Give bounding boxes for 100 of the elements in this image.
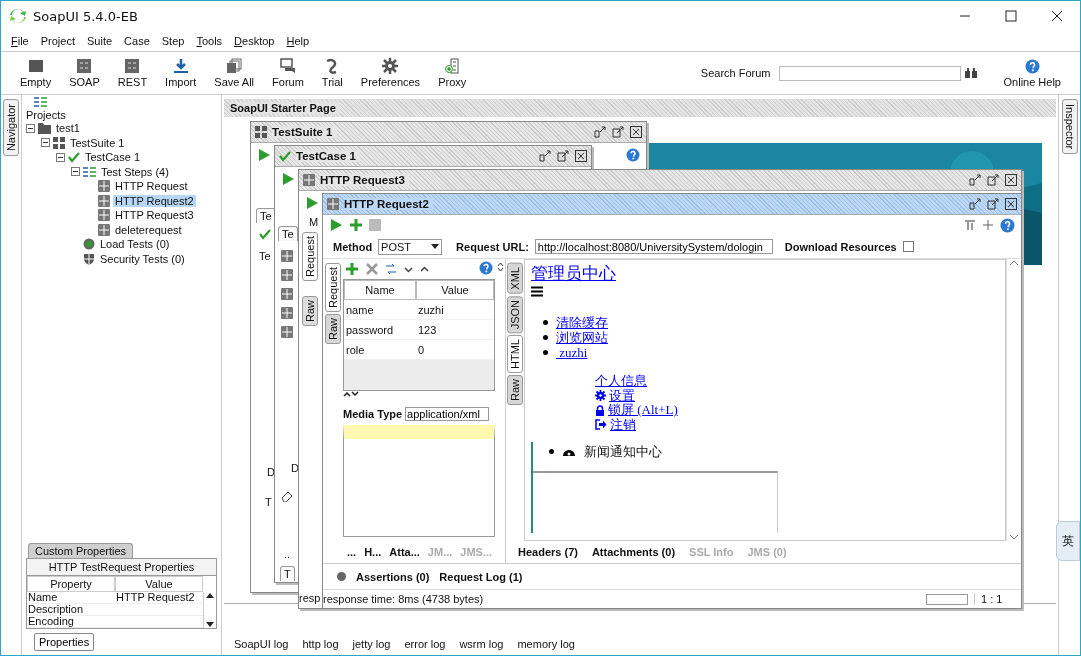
window-title: SoapUI 5.4.0-EB	[33, 8, 138, 24]
tab[interactable]: Atta...	[389, 546, 420, 558]
play-icon	[281, 172, 295, 186]
toolbar-button[interactable]: Preferences	[351, 58, 430, 88]
window-title: TestSuite 1	[272, 126, 337, 138]
tree-item[interactable]: HTTP Request3	[113, 209, 196, 222]
tree-toggle[interactable]	[26, 123, 35, 133]
close-icon	[1005, 174, 1017, 186]
table-cell: 0	[416, 340, 494, 360]
download-checkbox[interactable]	[902, 241, 914, 252]
news-center-label: 新闻通知中心	[584, 442, 662, 461]
url-field[interactable]: http://localhost:8080/UniversitySystem/dologin	[534, 239, 773, 254]
move-down-icon	[404, 264, 413, 274]
app-logo-icon	[9, 7, 27, 25]
menu-item[interactable]: Desktop	[228, 35, 281, 47]
ime-badge[interactable]: 英	[1056, 521, 1080, 561]
tree-item[interactable]: HTTP Request	[113, 180, 190, 193]
help-icon	[1000, 217, 1015, 233]
inspector-tab[interactable]: Inspector	[1061, 99, 1078, 155]
menu-item[interactable]: Case	[118, 35, 156, 47]
tab[interactable]: T	[280, 566, 295, 581]
scroll-down-icon	[1009, 533, 1019, 541]
scroll-up-icon[interactable]	[205, 592, 214, 598]
vertical-tab[interactable]: XML	[507, 263, 523, 294]
toolbar-button[interactable]: Import	[156, 58, 206, 88]
plus-icon	[349, 218, 363, 232]
method-select[interactable]: POST	[378, 238, 443, 255]
tab[interactable]: Te	[278, 226, 298, 241]
menu-item[interactable]: Step	[155, 35, 191, 47]
link[interactable]: zuzhi	[556, 344, 588, 361]
menu-item[interactable]: Help	[280, 35, 316, 47]
help-icon	[1024, 58, 1040, 74]
page-heading-link[interactable]: 管理员中心	[531, 264, 616, 283]
url-label: Request URL:	[456, 240, 529, 253]
save-all-icon	[226, 58, 243, 74]
tree-toggle[interactable]	[71, 167, 80, 177]
check-icon	[68, 151, 80, 164]
menu-item[interactable]: File	[5, 35, 35, 47]
table-cell: password	[344, 320, 416, 340]
vertical-tab[interactable]: Raw	[325, 314, 341, 344]
tab[interactable]: Attachments (0)	[591, 546, 676, 558]
tree-toggle[interactable]	[41, 138, 50, 148]
menu-link[interactable]: 个人信息	[595, 374, 999, 389]
toolbar-button[interactable]: Forum	[263, 58, 313, 88]
stop-icon	[369, 219, 381, 231]
menu-item[interactable]: Suite	[81, 35, 119, 47]
tree-item[interactable]: TestSuite 1	[68, 136, 127, 149]
tree-item[interactable]: HTTP Request2	[113, 194, 196, 207]
cursor-position: 1 : 1	[974, 593, 1021, 605]
menu-link[interactable]: 设置	[595, 388, 999, 403]
table-cell: HTTP Request2	[115, 592, 203, 604]
vertical-tab[interactable]: JSON	[507, 295, 523, 333]
scroll-down-icon[interactable]	[205, 622, 214, 628]
toolbar-button[interactable]: Empty	[11, 58, 61, 88]
request-body-editor[interactable]	[343, 425, 495, 537]
vertical-tab[interactable]: HTML	[507, 334, 523, 373]
tab[interactable]: Request Log (1)	[439, 570, 523, 583]
tab[interactable]: Headers (7)	[518, 546, 578, 558]
online-help-button[interactable]: Online Help	[994, 58, 1070, 88]
log-tab[interactable]: memory log	[517, 638, 575, 650]
scrollbar[interactable]	[1006, 259, 1021, 541]
properties-button[interactable]: Properties	[34, 633, 95, 651]
media-type-field[interactable]: application/xml	[405, 407, 490, 421]
vertical-tab[interactable]: Raw	[507, 374, 523, 405]
tree-item[interactable]: TestCase 1	[83, 151, 143, 164]
log-tab[interactable]: wsrm log	[459, 638, 504, 650]
log-tab[interactable]: http log	[302, 638, 339, 650]
toolbar-button[interactable]: Proxy	[429, 58, 476, 88]
vertical-tab[interactable]: Request	[302, 232, 318, 281]
toolbar-button[interactable]: SOAP	[60, 58, 109, 88]
tab[interactable]: Assertions (0)	[356, 570, 430, 583]
menu-item[interactable]: Project	[34, 35, 81, 47]
log-tab[interactable]: jetty log	[352, 638, 391, 650]
tab[interactable]: ...	[347, 546, 357, 558]
tree-item[interactable]: Load Tests (0)	[98, 238, 172, 251]
window-title: HTTP Request3	[320, 174, 409, 186]
custom-properties-tab[interactable]: Custom Properties	[28, 543, 134, 558]
tree-item[interactable]: Test Steps (4)	[99, 165, 171, 178]
navigator-tab[interactable]: Navigator	[3, 99, 19, 157]
toolbar-button[interactable]: Trial	[312, 58, 352, 88]
plus-icon	[345, 262, 359, 276]
menu-link[interactable]: 锁屏 (Alt+L)	[595, 403, 999, 418]
toolbar-button[interactable]: REST	[108, 58, 157, 88]
tree-toggle[interactable]	[56, 152, 65, 162]
search-field[interactable]	[778, 65, 961, 81]
play-icon	[257, 148, 271, 162]
log-tab[interactable]: error log	[404, 638, 446, 650]
vertical-tab[interactable]: Request	[325, 263, 341, 312]
toolbar-button[interactable]: Save All	[205, 58, 264, 88]
tree-item[interactable]: deleterequest	[113, 223, 184, 236]
tree-item[interactable]: Security Tests (0)	[98, 252, 187, 265]
http-step-icon	[281, 326, 293, 338]
tree-item[interactable]: test1	[54, 122, 82, 135]
http-step-icon	[303, 174, 315, 186]
tab[interactable]: H...	[364, 546, 382, 558]
menu-item[interactable]: Tools	[190, 35, 229, 47]
menu-link[interactable]: 注销	[595, 417, 999, 432]
vertical-tab[interactable]: Raw	[302, 296, 318, 326]
help-icon	[479, 261, 493, 275]
log-tab[interactable]: SoapUI log	[234, 638, 289, 650]
